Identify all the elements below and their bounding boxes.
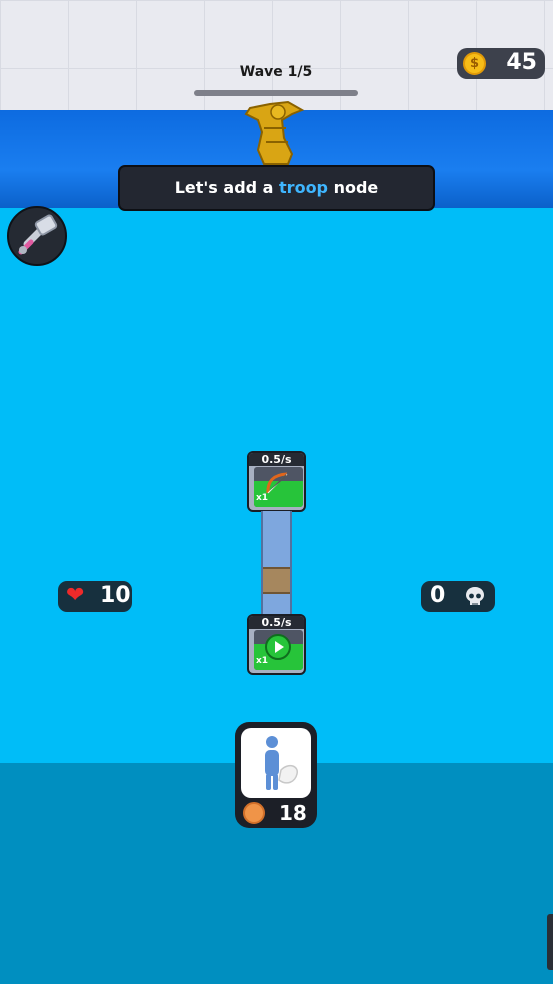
node-multiplier: x1 <box>256 493 269 503</box>
node-rate: 0.5/s <box>249 616 304 629</box>
hint-prefix: Let's add a <box>174 178 280 197</box>
hammer-wrench-icon <box>18 214 58 255</box>
tutorial-hint-banner: Let's add a troop node <box>118 165 435 211</box>
hammer-wrench-button[interactable] <box>7 206 67 266</box>
wave-progress-bar <box>194 90 358 96</box>
heart-icon: ❤ <box>66 583 85 608</box>
coin-icon: $ <box>463 52 486 75</box>
kill-counter: 0 <box>421 581 495 612</box>
side-handle[interactable] <box>547 914 553 970</box>
troop-node-bow[interactable]: 0.5/s x1 <box>247 451 306 512</box>
health-value: 10 <box>100 583 131 608</box>
hint-suffix: node <box>328 178 379 197</box>
start-node[interactable]: 0.5/s x1 <box>247 614 306 675</box>
troop-node-card[interactable]: 18 <box>235 722 317 828</box>
skull-icon <box>466 587 484 605</box>
node-multiplier: x1 <box>256 656 269 666</box>
node-rate: 0.5/s <box>249 453 304 466</box>
coin-counter: $ 45 <box>457 48 545 79</box>
kill-value: 0 <box>430 583 446 608</box>
crate-segment <box>263 567 290 594</box>
golden-enemy-figure <box>244 100 305 165</box>
hint-highlight: troop <box>279 178 329 197</box>
wave-label: Wave 1/5 <box>239 64 313 80</box>
health-counter: ❤ 10 <box>58 581 132 612</box>
card-cost: 18 <box>279 801 307 825</box>
troop-figure-icon <box>265 736 298 790</box>
cost-coin-icon <box>243 802 265 824</box>
coin-value: 45 <box>506 50 537 75</box>
node-connector <box>261 511 292 616</box>
